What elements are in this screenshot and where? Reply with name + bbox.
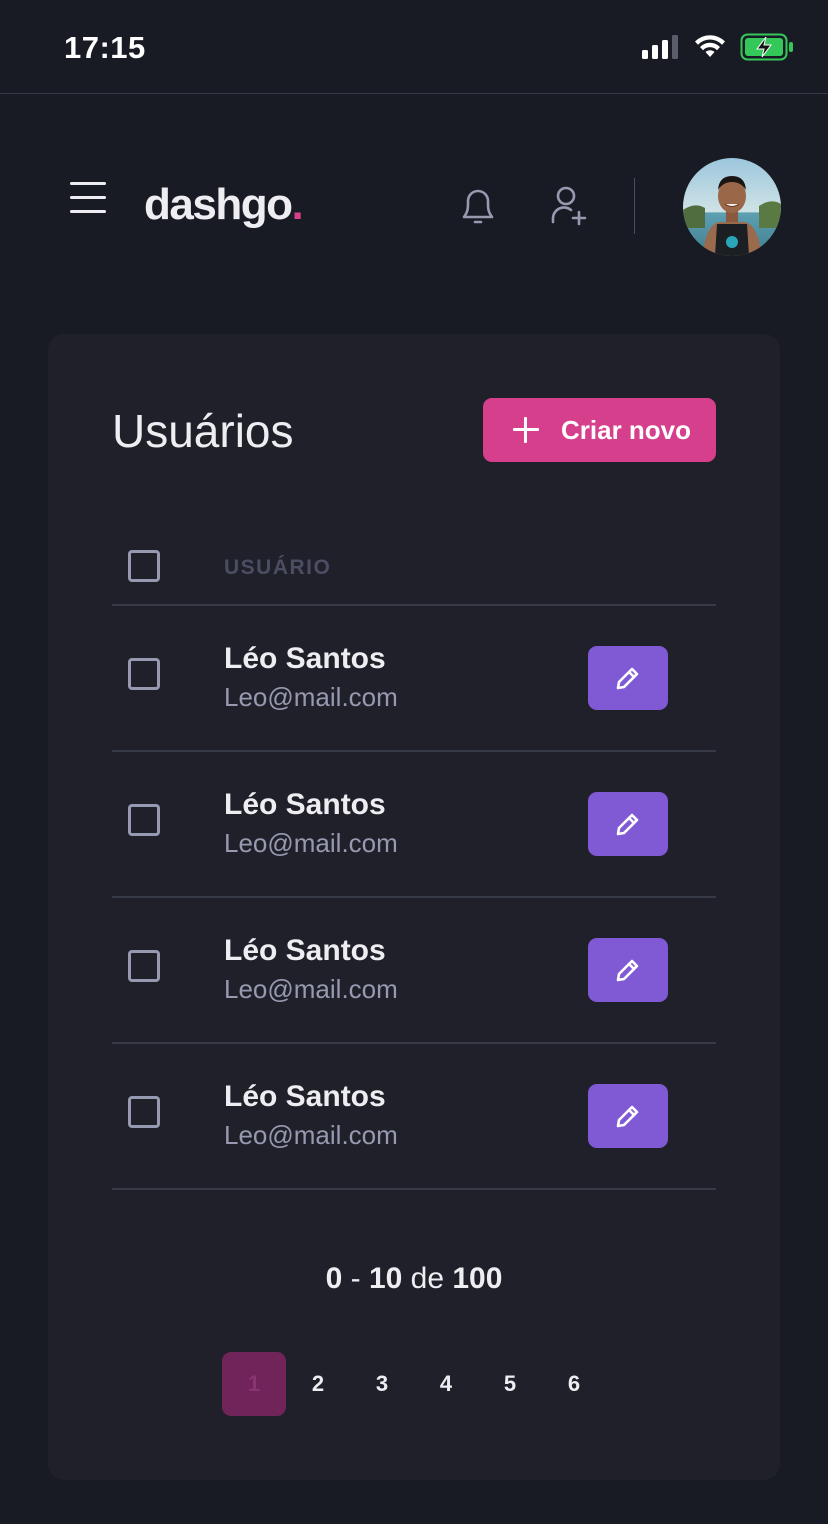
logo-text: dashgo xyxy=(144,180,293,229)
create-new-button[interactable]: Criar novo xyxy=(483,398,716,462)
row-checkbox[interactable] xyxy=(128,804,160,836)
page-button-4[interactable]: 4 xyxy=(414,1352,478,1416)
pencil-icon xyxy=(616,813,639,836)
page-button-5[interactable]: 5 xyxy=(478,1352,542,1416)
status-bar: 17:15 xyxy=(0,0,828,94)
row-checkbox[interactable] xyxy=(128,950,160,982)
wifi-icon xyxy=(695,35,725,57)
pencil-icon xyxy=(616,1105,639,1128)
status-icons xyxy=(642,32,794,62)
battery-charging-icon xyxy=(740,33,793,61)
page-button-3[interactable]: 3 xyxy=(350,1352,414,1416)
pencil-icon xyxy=(616,667,639,690)
pagination-summary: 0 - 10 de 100 xyxy=(48,1262,780,1296)
edit-button[interactable] xyxy=(588,646,668,710)
table-row: Léo Santos Leo@mail.com xyxy=(112,1044,716,1190)
column-header-user: USUÁRIO xyxy=(224,556,332,579)
page-button-2[interactable]: 2 xyxy=(286,1352,350,1416)
table-row: Léo Santos Leo@mail.com xyxy=(112,898,716,1044)
table-row: Léo Santos Leo@mail.com xyxy=(112,606,716,752)
logo-dot: . xyxy=(291,180,303,229)
pagination-pages: 1 2 3 4 5 6 xyxy=(222,1352,606,1416)
of-word: de xyxy=(410,1262,445,1295)
user-name: Léo Santos xyxy=(224,642,386,675)
pencil-icon xyxy=(616,959,639,982)
range-end: 10 xyxy=(368,1262,403,1295)
edit-button[interactable] xyxy=(588,938,668,1002)
user-email: Leo@mail.com xyxy=(224,682,398,712)
select-all-checkbox[interactable] xyxy=(128,550,160,582)
user-name: Léo Santos xyxy=(224,788,386,821)
page-button-6[interactable]: 6 xyxy=(542,1352,606,1416)
user-email: Leo@mail.com xyxy=(224,828,398,858)
table-header: USUÁRIO xyxy=(112,526,716,606)
status-time: 17:15 xyxy=(64,30,146,65)
notifications-bell-icon[interactable] xyxy=(458,184,498,228)
app-logo: dashgo. xyxy=(144,180,304,230)
user-name: Léo Santos xyxy=(224,1080,386,1113)
edit-button[interactable] xyxy=(588,1084,668,1148)
user-avatar[interactable] xyxy=(683,158,781,256)
table-row: Léo Santos Leo@mail.com xyxy=(112,752,716,898)
header-divider xyxy=(634,178,635,234)
row-checkbox[interactable] xyxy=(128,1096,160,1128)
page-button-1[interactable]: 1 xyxy=(222,1352,286,1416)
row-checkbox[interactable] xyxy=(128,658,160,690)
page-title: Usuários xyxy=(112,405,294,457)
range-start: 0 xyxy=(325,1262,343,1295)
user-email: Leo@mail.com xyxy=(224,1120,398,1150)
cellular-signal-icon xyxy=(642,35,678,59)
app-header: dashgo. xyxy=(0,150,828,262)
edit-button[interactable] xyxy=(588,792,668,856)
total-count: 100 xyxy=(452,1262,503,1295)
user-email: Leo@mail.com xyxy=(224,974,398,1004)
create-new-label: Criar novo xyxy=(561,414,692,445)
users-card: Usuários Criar novo USUÁRIO Léo Santos L… xyxy=(48,334,780,1480)
range-separator: - xyxy=(350,1262,361,1295)
users-table: USUÁRIO Léo Santos Leo@mail.com Léo Sant… xyxy=(112,526,716,1190)
add-user-icon[interactable] xyxy=(548,184,588,228)
user-name: Léo Santos xyxy=(224,934,386,967)
plus-icon xyxy=(513,417,539,443)
hamburger-menu-icon[interactable] xyxy=(68,180,108,216)
